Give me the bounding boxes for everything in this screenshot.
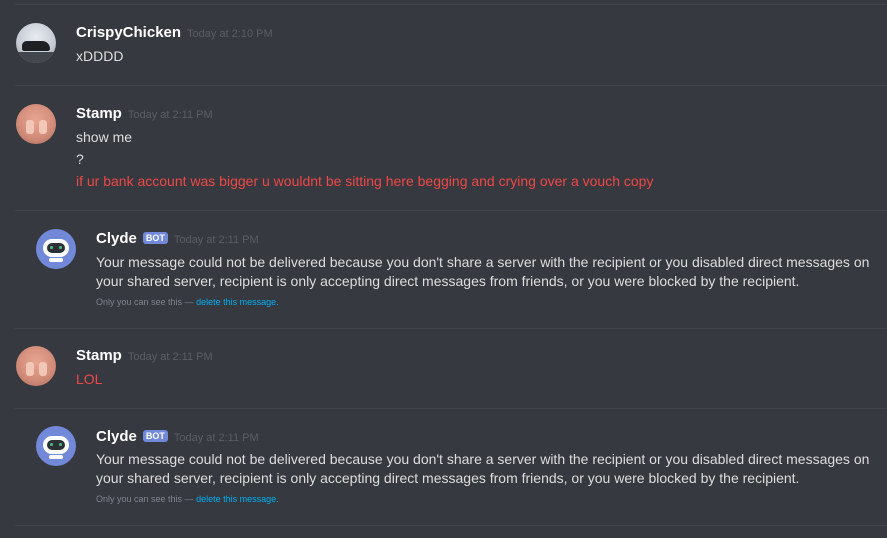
message-divider [15,408,887,409]
ephemeral-note-text: Only you can see this — [96,494,194,504]
clyde-robot-avatar-icon[interactable] [36,229,76,269]
timestamp: Today at 2:11 PM [127,109,213,121]
username[interactable]: Stamp [76,105,122,122]
timestamp: Today at 2:11 PM [173,234,259,246]
message-header: Clyde BOT Today at 2:11 PM [96,230,259,247]
bot-tag: BOT [142,232,168,244]
clyde-robot-avatar-icon[interactable] [36,426,76,466]
timestamp: Today at 2:10 PM [187,28,273,40]
message-divider [15,210,887,211]
timestamp: Today at 2:11 PM [173,432,259,444]
chat-messages: CrispyChicken Today at 2:10 PM xDDDD Sta… [0,0,887,538]
hands-avatar-icon[interactable] [16,346,56,386]
message-header: Stamp Today at 2:11 PM [76,347,213,364]
username[interactable]: Stamp [76,347,122,364]
hands-avatar-icon[interactable] [16,104,56,144]
message-text: Your message could not be delivered beca… [96,254,870,289]
delete-message-link[interactable]: delete this message. [196,297,279,307]
username[interactable]: CrispyChicken [76,24,181,41]
message-text: Your message could not be delivered beca… [96,451,870,486]
message-divider [15,4,887,5]
message-text: if ur bank account was bigger u wouldnt … [76,173,654,189]
motorcycle-avatar-icon[interactable] [16,23,56,63]
username[interactable]: Clyde [96,428,137,445]
timestamp: Today at 2:11 PM [127,351,213,363]
message-header: CrispyChicken Today at 2:10 PM [76,24,273,41]
ephemeral-note: Only you can see this — delete this mess… [96,297,279,307]
ephemeral-note: Only you can see this — delete this mess… [96,494,279,504]
message-text: LOL [76,371,103,387]
message-text: ? [76,151,84,167]
message-divider [15,85,887,86]
bot-tag: BOT [142,430,168,442]
message-divider [15,525,887,526]
message-header: Stamp Today at 2:11 PM [76,105,213,122]
username[interactable]: Clyde [96,230,137,247]
message-text: show me [76,129,133,145]
ephemeral-note-text: Only you can see this — [96,297,194,307]
message-divider [15,328,887,329]
delete-message-link[interactable]: delete this message. [196,494,279,504]
message-text: xDDDD [76,48,124,64]
message-header: Clyde BOT Today at 2:11 PM [96,428,259,445]
